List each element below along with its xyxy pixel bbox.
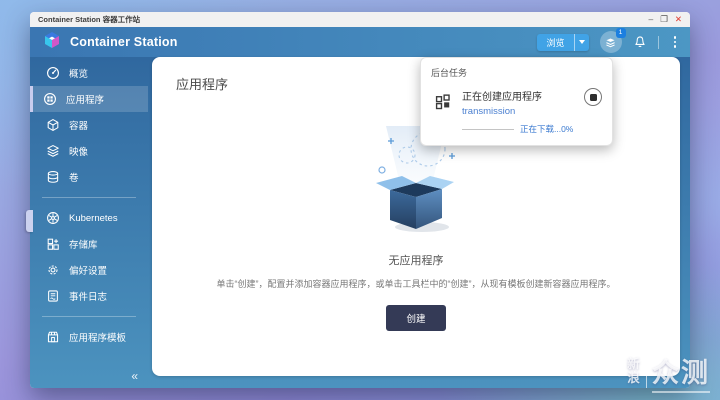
stop-icon [589, 93, 597, 101]
close-button[interactable]: ✕ [675, 15, 682, 24]
event-log-icon [48, 290, 58, 302]
app-grid-icon [435, 94, 450, 110]
sidebar-item-event-logs[interactable]: 事件日志 [30, 283, 148, 309]
registry-icon [47, 238, 59, 250]
task-details: 正在创建应用程序 transmission 正在下载...0% [462, 88, 573, 135]
watermark: 新浪 众测 [627, 351, 710, 393]
window-title: Container Station 容器工作站 [38, 15, 141, 24]
watermark-divider [645, 356, 647, 388]
container-station-logo-icon [42, 30, 62, 55]
titlebar: Container Station 容器工作站 – ❐ ✕ [30, 12, 690, 27]
kubernetes-icon [47, 212, 59, 224]
browse-dropdown-button[interactable] [573, 33, 589, 51]
sidebar-item-label: 偏好设置 [69, 266, 108, 277]
volume-icon [47, 171, 59, 183]
app-title: Container Station [70, 35, 178, 49]
container-station-window: Container Station 容器工作站 – ❐ ✕ Container … [30, 12, 690, 388]
template-icon [47, 331, 59, 343]
sidebar-item-label: Kubernetes [69, 212, 118, 224]
sidebar-item-images[interactable]: 映像 [30, 138, 148, 164]
sidebar-item-overview[interactable]: 概览 [30, 60, 148, 86]
browse-split-button[interactable]: 浏览 [537, 33, 589, 51]
watermark-main-text: 众测 [652, 351, 710, 393]
stop-task-button[interactable] [584, 88, 602, 106]
sidebar-item-kubernetes[interactable]: Kubernetes [30, 205, 148, 231]
sidebar-item-label: 映像 [69, 147, 89, 158]
empty-state-description: 单击“创建”，配置并添加容器应用程序，或单击工具栏中的“创建”，从现有模板创建新… [216, 278, 616, 289]
sidebar-item-label: 存储库 [69, 240, 98, 251]
more-options-icon [673, 36, 676, 39]
task-status-text: 正在下载...0% [520, 124, 574, 134]
container-icon [47, 119, 59, 131]
gear-icon [48, 265, 58, 275]
notification-badge: 1 [615, 28, 626, 38]
sidebar-item-registries[interactable]: 存储库 [30, 231, 148, 257]
sidebar-item-label: 应用程序模板 [69, 333, 127, 344]
progress-bar [462, 128, 514, 130]
chevron-down-icon [578, 40, 585, 44]
sidebar-divider [42, 197, 136, 198]
minimize-button[interactable]: – [649, 15, 654, 24]
sidebar-item-label: 卷 [69, 173, 79, 184]
more-options-button[interactable] [670, 34, 681, 50]
layers-icon [47, 145, 59, 157]
task-title: 正在创建应用程序 [462, 92, 542, 103]
header-actions: 浏览 1 [537, 28, 681, 53]
background-tasks-title: 后台任务 [431, 68, 468, 78]
task-row: 正在创建应用程序 transmission 正在下载...0% [431, 88, 602, 135]
background-tasks-popup: 后台任务 正在创建应用程序 transmission 正在下载...0% [420, 57, 613, 146]
bell-icon [634, 36, 645, 48]
sidebar-item-containers[interactable]: 容器 [30, 112, 148, 138]
sidebar-item-preferences[interactable]: 偏好设置 [30, 257, 148, 283]
empty-state-title: 无应用程序 [388, 254, 444, 267]
sidebar-item-volumes[interactable]: 卷 [30, 164, 148, 190]
app-header: Container Station 浏览 1 [30, 27, 690, 57]
sidebar-collapse-button[interactable]: « [131, 369, 138, 383]
sidebar-item-label: 概览 [69, 69, 89, 80]
window-controls: – ❐ ✕ [649, 15, 682, 24]
sidebar-item-app-templates[interactable]: 应用程序模板 [30, 324, 148, 350]
header-divider [657, 35, 659, 49]
create-button[interactable]: 创建 [386, 305, 446, 332]
sidebar-divider [42, 316, 136, 317]
sidebar-item-label: 事件日志 [69, 292, 108, 303]
sidebar-item-applications[interactable]: 应用程序 [30, 86, 148, 112]
gauge-icon [47, 67, 59, 79]
maximize-button[interactable]: ❐ [660, 15, 668, 24]
task-stack-icon [606, 37, 615, 47]
apps-icon [44, 93, 56, 105]
task-progress: 正在下载...0% [462, 123, 573, 135]
sidebar-item-label: 应用程序 [66, 95, 105, 106]
window-edge-handle[interactable] [26, 210, 33, 232]
sidebar-item-label: 容器 [69, 121, 89, 132]
browse-button-label[interactable]: 浏览 [537, 34, 573, 51]
task-app-link[interactable]: transmission [462, 106, 573, 117]
background-tasks-button[interactable]: 1 [599, 28, 626, 53]
watermark-vertical-text: 新浪 [627, 357, 640, 385]
sidebar: 概览 应用程序 容器 映像 卷 Kubernetes 存储库 偏好设置 事件日志… [30, 57, 148, 388]
notifications-bell-button[interactable] [633, 35, 647, 49]
